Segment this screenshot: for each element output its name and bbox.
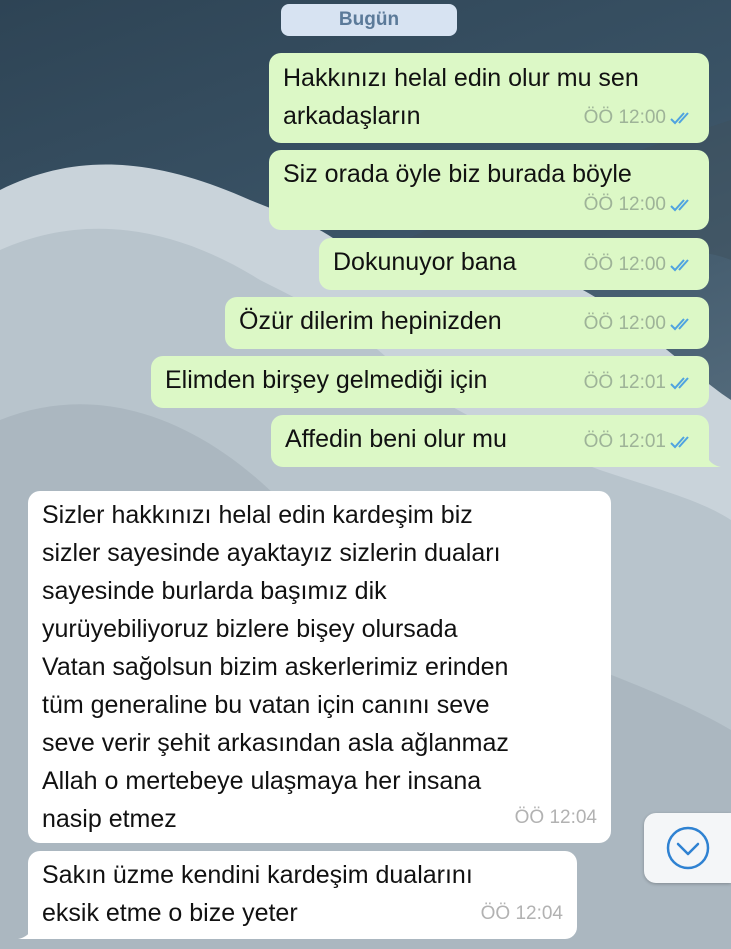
double-check-read-icon (670, 259, 689, 272)
message-time: ÖÖ 12:04 (480, 903, 563, 924)
message-time: ÖÖ 12:04 (514, 807, 597, 828)
incoming-message[interactable]: Sakın üzme kendini kardeşim dualarını ek… (18, 851, 577, 939)
message-time: ÖÖ 12:00 (583, 107, 666, 128)
message-text: Sizler hakkınızı helal edin kardeşim biz… (42, 501, 509, 833)
outgoing-message[interactable]: Özür dilerim hepinizden ÖÖ 12:00 (225, 297, 709, 349)
outgoing-message[interactable]: Siz orada öyle biz burada böyle ÖÖ 12:00 (269, 150, 709, 230)
message-meta: ÖÖ 12:04 (515, 799, 597, 837)
chevron-down-circle-icon (666, 826, 709, 870)
outgoing-message[interactable]: Elimden birşey gelmediği için ÖÖ 12:01 (151, 356, 709, 408)
message-meta: ÖÖ 12:00 (584, 99, 695, 137)
double-check-read-icon (670, 199, 689, 212)
day-divider-badge: Bugün (281, 4, 457, 36)
message-time: ÖÖ 12:01 (583, 431, 666, 452)
scroll-to-bottom-button[interactable] (644, 813, 731, 883)
message-meta: ÖÖ 12:04 (481, 895, 563, 933)
double-check-read-icon (670, 377, 689, 390)
message-time: ÖÖ 12:01 (583, 372, 666, 393)
message-meta: ÖÖ 12:00 (584, 246, 695, 284)
incoming-message[interactable]: Sizler hakkınızı helal edin kardeşim biz… (28, 491, 611, 843)
message-time: ÖÖ 12:00 (583, 254, 666, 275)
double-check-read-icon (670, 318, 689, 331)
message-meta: ÖÖ 12:00 (584, 186, 695, 224)
bubble-tail (705, 451, 721, 467)
message-meta: ÖÖ 12:01 (584, 423, 695, 461)
outgoing-message[interactable]: Hakkınızı helal edin olur mu sen arkadaş… (269, 53, 709, 143)
message-time: ÖÖ 12:00 (583, 194, 666, 215)
bubble-tail (18, 923, 34, 939)
message-time: ÖÖ 12:00 (583, 313, 666, 334)
message-meta: ÖÖ 12:00 (584, 305, 695, 343)
outgoing-message[interactable]: Dokunuyor bana ÖÖ 12:00 (319, 238, 709, 290)
message-meta: ÖÖ 12:01 (584, 364, 695, 402)
double-check-read-icon (670, 436, 689, 449)
double-check-read-icon (670, 112, 689, 125)
outgoing-message[interactable]: Affedin beni olur mu ÖÖ 12:01 (271, 415, 721, 467)
